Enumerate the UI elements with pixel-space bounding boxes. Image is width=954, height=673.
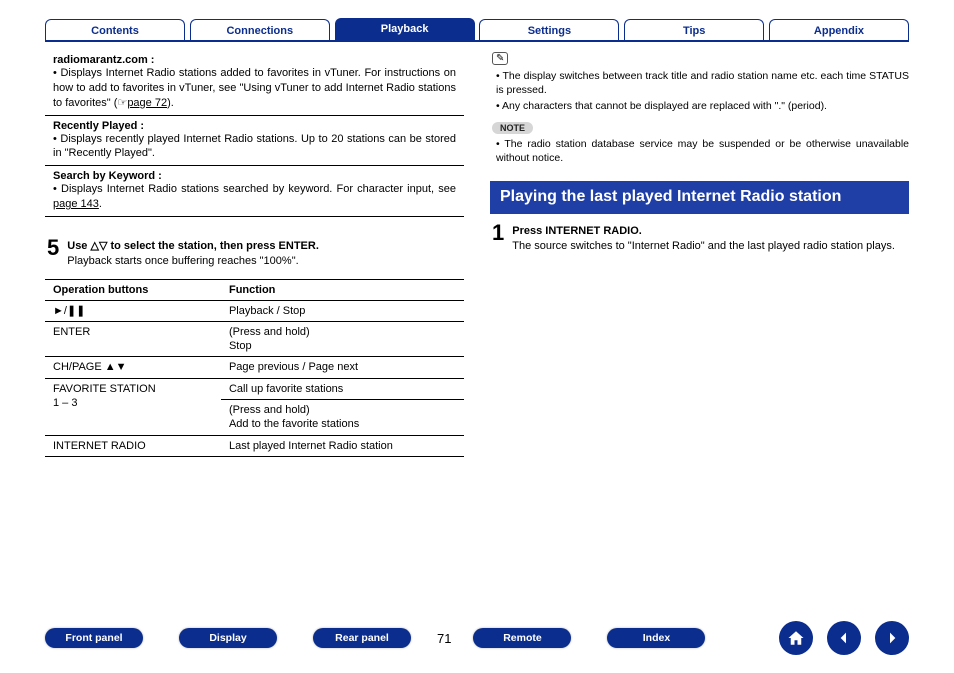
pageref-icon: ☞: [117, 97, 127, 109]
step-5: 5 Use △▽ to select the station, then pre…: [45, 239, 464, 269]
table-row: FAVORITE STATION 1 – 3 Call up favorite …: [45, 378, 464, 399]
cell-btn: CH/PAGE ▲▼: [45, 357, 221, 378]
table-row: ►/❚❚ Playback / Stop: [45, 300, 464, 321]
pill-remote[interactable]: Remote: [473, 628, 571, 648]
pill-front-panel[interactable]: Front panel: [45, 628, 143, 648]
entry-search-keyword: Search by Keyword : Displays Internet Ra…: [45, 168, 464, 217]
cell-fn: Playback / Stop: [221, 300, 464, 321]
table-row: INTERNET RADIO Last played Internet Radi…: [45, 435, 464, 456]
left-column: radiomarantz.com : Displays Internet Rad…: [45, 52, 464, 457]
entry-recently-played: Recently Played : Displays recently play…: [45, 118, 464, 167]
step-1: 1 Press INTERNET RADIO. The source switc…: [490, 224, 909, 254]
cell-fn: (Press and hold) Add to the favorite sta…: [221, 400, 464, 436]
cell-btn: FAVORITE STATION 1 – 3: [45, 378, 221, 435]
entry-text-after: ).: [167, 97, 174, 109]
operation-table: Operation buttons Function ►/❚❚ Playback…: [45, 279, 464, 457]
entry-text-after: .: [99, 198, 102, 210]
th-function: Function: [221, 279, 464, 300]
cell-btn: ►/❚❚: [45, 300, 221, 321]
page-link-143[interactable]: page 143: [53, 198, 99, 210]
note-label: NOTE: [492, 122, 533, 134]
tab-contents[interactable]: Contents: [45, 19, 185, 41]
entry-text: Displays Internet Radio stations searche…: [61, 183, 456, 195]
home-icon[interactable]: [779, 621, 813, 655]
step-number: 5: [47, 237, 59, 269]
note-block: The radio station database service may b…: [490, 137, 909, 165]
entry-label: radiomarantz.com :: [53, 54, 154, 66]
entry-radiomarantz: radiomarantz.com : Displays Internet Rad…: [45, 52, 464, 116]
step-title: Use △▽ to select the station, then press…: [67, 239, 462, 254]
note-item: The radio station database service may b…: [496, 137, 909, 165]
cell-fn: (Press and hold) Stop: [221, 321, 464, 357]
step-title: Press INTERNET RADIO.: [512, 224, 907, 239]
tab-appendix[interactable]: Appendix: [769, 19, 909, 41]
entry-label: Recently Played :: [53, 120, 144, 132]
th-operation: Operation buttons: [45, 279, 221, 300]
footer: Front panel Display Rear panel 71 Remote…: [0, 621, 954, 655]
pencil-icon: ✎: [492, 52, 508, 65]
next-icon[interactable]: [875, 621, 909, 655]
entry-text: Displays recently played Internet Radio …: [53, 132, 456, 162]
step-desc: The source switches to "Internet Radio" …: [512, 239, 907, 254]
page-number: 71: [437, 631, 451, 646]
tab-tips[interactable]: Tips: [624, 19, 764, 41]
cell-fn: Last played Internet Radio station: [221, 435, 464, 456]
page-link-72[interactable]: page 72: [127, 97, 167, 109]
right-column: ✎ The display switches between track tit…: [490, 52, 909, 457]
section-title: Playing the last played Internet Radio s…: [490, 181, 909, 214]
pill-index[interactable]: Index: [607, 628, 705, 648]
tab-playback[interactable]: Playback: [335, 18, 475, 40]
table-row: CH/PAGE ▲▼ Page previous / Page next: [45, 357, 464, 378]
cell-btn: INTERNET RADIO: [45, 435, 221, 456]
pill-display[interactable]: Display: [179, 628, 277, 648]
step-desc: Playback starts once buffering reaches "…: [67, 254, 462, 269]
entry-label: Search by Keyword :: [53, 170, 162, 182]
top-nav: Contents Connections Playback Settings T…: [45, 18, 909, 42]
pill-rear-panel[interactable]: Rear panel: [313, 628, 411, 648]
step-number: 1: [492, 222, 504, 254]
entry-text: Displays Internet Radio stations added t…: [53, 67, 456, 109]
tip-item: The display switches between track title…: [496, 69, 909, 97]
cell-fn: Call up favorite stations: [221, 378, 464, 399]
tip-item: Any characters that cannot be displayed …: [496, 99, 909, 113]
tab-settings[interactable]: Settings: [479, 19, 619, 41]
cell-btn: ENTER: [45, 321, 221, 357]
cell-fn: Page previous / Page next: [221, 357, 464, 378]
tips-block: The display switches between track title…: [490, 69, 909, 114]
tab-connections[interactable]: Connections: [190, 19, 330, 41]
prev-icon[interactable]: [827, 621, 861, 655]
table-row: ENTER (Press and hold) Stop: [45, 321, 464, 357]
